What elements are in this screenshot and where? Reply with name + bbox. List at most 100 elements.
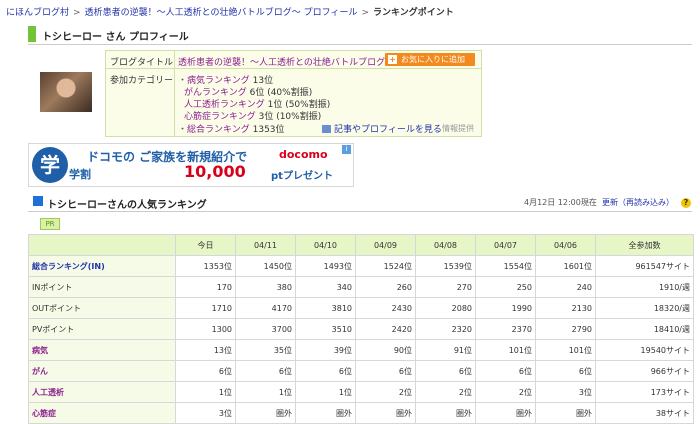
table-cell: 1493位 — [295, 255, 356, 277]
table-cell: 91位 — [415, 339, 476, 361]
table-header-cell: 04/07 — [475, 234, 536, 256]
table-cell: 圏外 — [415, 402, 476, 424]
table-cell: 18320/週 — [595, 297, 694, 319]
add-favorite-button[interactable]: + お気に入りに追加 — [385, 53, 475, 66]
breadcrumb-separator-icon: > — [361, 8, 369, 18]
category-link[interactable]: 総合ランキング — [187, 125, 250, 135]
table-cell: 1位 — [235, 381, 296, 403]
breadcrumb: にほんブログ村 > 透析患者の逆襲！〜人工透析との壮絶バトルブログ〜 プロフィール >… — [6, 5, 454, 18]
table-cell: 3位 — [535, 381, 596, 403]
table-cell: 1710 — [175, 297, 236, 319]
table-header-cell: 今日 — [175, 234, 236, 256]
row-label[interactable]: 病気 — [28, 339, 176, 361]
table-cell: 3810 — [295, 297, 356, 319]
table-cell: 2420 — [355, 318, 416, 340]
table-cell: 961547サイト — [595, 255, 694, 277]
table-cell: 2790 — [535, 318, 596, 340]
table-cell: 35位 — [235, 339, 296, 361]
ranking-title: トシヒーローさんの人気ランキング — [47, 200, 207, 211]
table-row: 人工透析 1位 1位 1位 2位 2位 2位 3位 173サイト — [28, 381, 694, 403]
info-column-divider — [174, 51, 175, 136]
table-header-cell: 04/10 — [295, 234, 356, 256]
ad-amount: 10,000 — [184, 162, 246, 181]
table-header-cell: 04/09 — [355, 234, 416, 256]
add-favorite-label: お気に入りに追加 — [401, 55, 465, 64]
table-cell: 1300 — [175, 318, 236, 340]
blog-title-link[interactable]: 透析患者の逆襲！〜人工透析との壮絶バトルブログ〜 — [178, 55, 394, 68]
table-cell: 101位 — [475, 339, 536, 361]
table-cell: 6位 — [295, 360, 356, 382]
category-link[interactable]: 心筋症ランキング — [184, 112, 256, 122]
table-cell: 6位 — [415, 360, 476, 382]
table-cell: 6位 — [535, 360, 596, 382]
table-cell: 1位 — [175, 381, 236, 403]
table-cell: 18410/週 — [595, 318, 694, 340]
profile-header: トシヒーロー さん プロフィール — [28, 24, 692, 45]
row-label[interactable]: 心筋症 — [28, 402, 176, 424]
ranking-table: 今日 04/11 04/10 04/09 04/08 04/07 04/06 全参加数 総合ラ… — [28, 234, 694, 424]
table-cell: 2位 — [415, 381, 476, 403]
profile-title: トシヒーロー さん プロフィール — [42, 32, 189, 43]
category-label: 参加カテゴリー — [110, 76, 174, 86]
table-row: がん 6位 6位 6位 6位 6位 6位 6位 966サイト — [28, 360, 694, 382]
table-cell: 90位 — [355, 339, 416, 361]
refresh-link[interactable]: 更新（再読み込み） — [602, 197, 674, 208]
table-cell: 2370 — [475, 318, 536, 340]
avatar — [40, 72, 92, 112]
table-row: PVポイント 1300 3700 3510 2420 2320 2370 2790 18410/… — [28, 318, 694, 340]
table-cell: 1353位 — [175, 255, 236, 277]
table-cell: 2130 — [535, 297, 596, 319]
table-cell: 6位 — [235, 360, 296, 382]
table-cell: 1524位 — [355, 255, 416, 277]
table-cell: 圏外 — [355, 402, 416, 424]
table-cell: 340 — [295, 276, 356, 298]
info-provided-label: 情報提供 — [442, 124, 474, 133]
ad-unit: ptプレゼント — [271, 171, 333, 182]
table-cell: 380 — [235, 276, 296, 298]
table-cell: 1539位 — [415, 255, 476, 277]
ad-banner[interactable]: 学 ドコモの ご家族を新規紹介で docomo 学割 10,000 ptプレゼン… — [28, 143, 354, 187]
table-cell: 250 — [475, 276, 536, 298]
view-articles-link[interactable]: 記事やプロフィールを見る — [322, 122, 442, 135]
table-cell: 2位 — [475, 381, 536, 403]
breadcrumb-separator-icon: > — [73, 8, 81, 18]
row-label[interactable]: 総合ランキング(IN) — [28, 255, 176, 277]
table-cell: 2080 — [415, 297, 476, 319]
table-cell: 圏外 — [475, 402, 536, 424]
table-cell: 6位 — [175, 360, 236, 382]
blog-title-label: ブログタイトル — [110, 58, 174, 68]
ad-brand: docomo — [279, 148, 328, 161]
row-label: OUTポイント — [28, 297, 176, 319]
ad-logo-sub: 学割 — [69, 168, 91, 181]
table-header-cell: 全参加数 — [595, 234, 694, 256]
ad-info-icon[interactable]: i — [342, 145, 351, 154]
table-body: 総合ランキング(IN) 1353位 1450位 1493位 1524位 1539位 1554… — [28, 255, 694, 424]
table-header-cell: 04/11 — [235, 234, 296, 256]
category-rank: 1353位 — [252, 125, 285, 135]
row-label[interactable]: 人工透析 — [28, 381, 176, 403]
table-cell: 101位 — [535, 339, 596, 361]
breadcrumb-profile-link[interactable]: 透析患者の逆襲！〜人工透析との壮絶バトルブログ〜 プロフィール — [85, 8, 358, 18]
table-cell: 2430 — [355, 297, 416, 319]
table-row: INポイント 170 380 340 260 270 250 240 1910/週 — [28, 276, 694, 298]
breadcrumb-home-link[interactable]: にほんブログ村 — [6, 8, 69, 18]
table-header-cell — [28, 234, 176, 256]
table-cell: 3位 — [175, 402, 236, 424]
row-label[interactable]: がん — [28, 360, 176, 382]
table-cell: 圏外 — [235, 402, 296, 424]
help-icon[interactable]: ? — [681, 198, 691, 208]
table-row: 病気 13位 35位 39位 90位 91位 101位 101位 19540サイト — [28, 339, 694, 361]
table-cell: 1450位 — [235, 255, 296, 277]
table-cell: 170 — [175, 276, 236, 298]
table-header-cell: 04/06 — [535, 234, 596, 256]
pr-badge: PR — [40, 218, 60, 230]
table-cell: 2320 — [415, 318, 476, 340]
view-articles-label: 記事やプロフィールを見る — [334, 125, 442, 135]
table-row: OUTポイント 1710 4170 3810 2430 2080 1990 2130 18320… — [28, 297, 694, 319]
table-cell: 3510 — [295, 318, 356, 340]
table-cell: 6位 — [355, 360, 416, 382]
table-row: 心筋症 3位 圏外 圏外 圏外 圏外 圏外 圏外 38サイト — [28, 402, 694, 424]
table-cell: 4170 — [235, 297, 296, 319]
table-header-cell: 04/08 — [415, 234, 476, 256]
document-icon — [322, 125, 331, 133]
